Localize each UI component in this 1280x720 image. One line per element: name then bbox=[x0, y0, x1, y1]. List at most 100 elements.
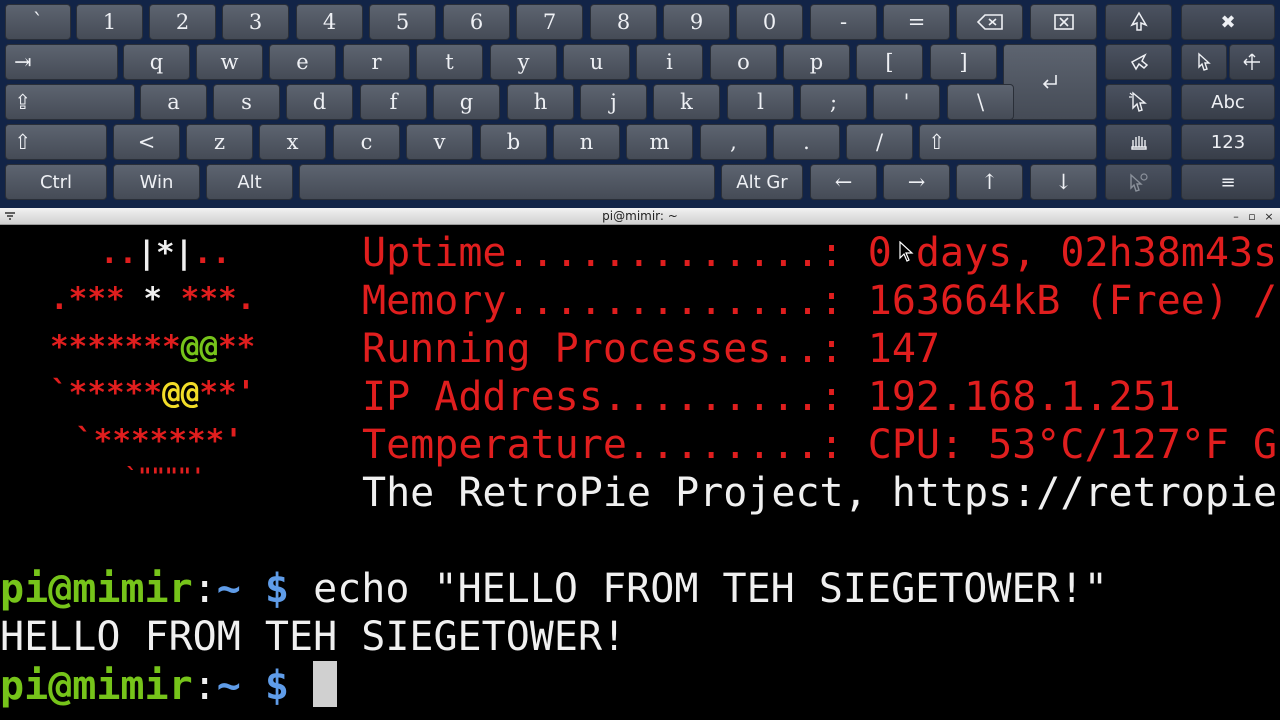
key-f[interactable]: f bbox=[360, 84, 427, 120]
key-j[interactable]: j bbox=[580, 84, 647, 120]
text-cursor bbox=[313, 661, 338, 707]
retropie-project-line: The RetroPie Project, https://retropie bbox=[362, 470, 1278, 516]
key-backslash[interactable]: \ bbox=[947, 84, 1014, 120]
key-numeric-layout[interactable]: 123 bbox=[1181, 124, 1275, 160]
key-v[interactable]: v bbox=[406, 124, 473, 160]
key-win[interactable]: Win bbox=[113, 164, 200, 200]
key-2[interactable]: 2 bbox=[149, 4, 216, 40]
pointer-left-icon bbox=[1130, 53, 1148, 71]
command-text: echo "HELLO FROM TEH SIEGETOWER!" bbox=[313, 566, 1108, 612]
key-period[interactable]: . bbox=[773, 124, 840, 160]
key-0[interactable]: 0 bbox=[736, 4, 803, 40]
key-bracket-right[interactable]: ] bbox=[930, 44, 997, 80]
key-6[interactable]: 6 bbox=[443, 4, 510, 40]
key-caps-lock[interactable]: ⇪ bbox=[5, 84, 135, 120]
key-tab[interactable]: ⇥ bbox=[5, 44, 118, 80]
ip-address-line: IP Address.........: 192.168.1.251 bbox=[362, 374, 1181, 420]
key-pointer-left[interactable] bbox=[1105, 44, 1172, 80]
key-backspace[interactable] bbox=[956, 4, 1023, 40]
key-shift-left[interactable]: ⇧ bbox=[5, 124, 107, 160]
uptime-line: Uptime.............: 0 days, 02h38m43s bbox=[362, 230, 1278, 276]
logo-line-5: `*******' bbox=[75, 423, 243, 459]
key-h[interactable]: h bbox=[507, 84, 574, 120]
pointer-click-icon bbox=[1128, 91, 1147, 112]
key-z[interactable]: z bbox=[186, 124, 253, 160]
close-button[interactable]: × bbox=[1262, 209, 1276, 223]
key-alt-gr[interactable]: Alt Gr bbox=[721, 164, 803, 200]
key-n[interactable]: n bbox=[553, 124, 620, 160]
terminal-titlebar: pi@mimir: ~ – ▫ × bbox=[0, 208, 1280, 225]
key-abc-layout[interactable]: Abc bbox=[1181, 84, 1275, 120]
key-click-select[interactable] bbox=[1105, 84, 1172, 120]
maximize-button[interactable]: ▫ bbox=[1245, 209, 1259, 223]
logo-line-2: .*** * ***. bbox=[50, 281, 256, 317]
key-e[interactable]: e bbox=[269, 44, 336, 80]
key-l[interactable]: l bbox=[727, 84, 794, 120]
key-equals[interactable]: = bbox=[883, 4, 950, 40]
key-a[interactable]: a bbox=[140, 84, 207, 120]
key-close-keyboard[interactable]: ✖ bbox=[1181, 4, 1275, 40]
key-c[interactable]: c bbox=[333, 124, 400, 160]
key-comma[interactable]: , bbox=[700, 124, 767, 160]
key-move-keyboard[interactable] bbox=[1105, 4, 1172, 40]
key-q[interactable]: q bbox=[123, 44, 190, 80]
key-alt[interactable]: Alt bbox=[206, 164, 293, 200]
key-slash[interactable]: / bbox=[846, 124, 913, 160]
key-y[interactable]: y bbox=[490, 44, 557, 80]
processes-line: Running Processes..: 147 bbox=[362, 326, 940, 372]
terminal-window[interactable]: ....|*|..|*|.. .*** * ***. *******@@** `… bbox=[0, 225, 1280, 720]
key-shift-right[interactable]: ⇧ bbox=[919, 124, 1097, 160]
key-9[interactable]: 9 bbox=[663, 4, 730, 40]
logo-line-3: *******@@** bbox=[50, 329, 256, 365]
key-bracket-left[interactable]: [ bbox=[856, 44, 923, 80]
key-menu[interactable]: ≡ bbox=[1181, 164, 1275, 200]
key-3[interactable]: 3 bbox=[222, 4, 289, 40]
key-drag[interactable] bbox=[1229, 44, 1275, 80]
key-i[interactable]: i bbox=[636, 44, 703, 80]
key-backtick[interactable]: ` bbox=[5, 4, 71, 40]
key-settings-pointer[interactable] bbox=[1105, 164, 1172, 200]
active-prompt[interactable]: pi@mimir:~ $ bbox=[0, 661, 338, 710]
key-w[interactable]: w bbox=[196, 44, 263, 80]
key-7[interactable]: 7 bbox=[516, 4, 583, 40]
key-o[interactable]: o bbox=[710, 44, 777, 80]
key-t[interactable]: t bbox=[416, 44, 483, 80]
key-delete[interactable] bbox=[1030, 4, 1097, 40]
key-x[interactable]: x bbox=[259, 124, 326, 160]
key-m[interactable]: m bbox=[626, 124, 693, 160]
key-g[interactable]: g bbox=[433, 84, 500, 120]
window-menu-icon[interactable] bbox=[4, 211, 16, 221]
key-enter[interactable] bbox=[1003, 44, 1097, 120]
key-ctrl[interactable]: Ctrl bbox=[5, 164, 107, 200]
mouse-pointer-icon bbox=[899, 241, 914, 262]
key-arrow-down[interactable]: ↓ bbox=[1030, 164, 1097, 200]
key-hover[interactable] bbox=[1105, 124, 1172, 160]
key-p[interactable]: p bbox=[783, 44, 850, 80]
key-minus[interactable]: - bbox=[810, 4, 877, 40]
memory-line: Memory.............: 163664kB (Free) / bbox=[362, 278, 1278, 324]
key-5[interactable]: 5 bbox=[369, 4, 436, 40]
key-less-than[interactable]: < bbox=[113, 124, 180, 160]
window-title: pi@mimir: ~ bbox=[602, 209, 678, 223]
key-arrow-left[interactable]: ← bbox=[810, 164, 877, 200]
key-d[interactable]: d bbox=[286, 84, 353, 120]
key-r[interactable]: r bbox=[343, 44, 410, 80]
key-u[interactable]: u bbox=[563, 44, 630, 80]
logo-line-1: ....|*|..|*|.. bbox=[100, 235, 231, 271]
key-b[interactable]: b bbox=[480, 124, 547, 160]
key-8[interactable]: 8 bbox=[590, 4, 657, 40]
key-s[interactable]: s bbox=[213, 84, 280, 120]
key-quote[interactable]: ' bbox=[873, 84, 940, 120]
key-4[interactable]: 4 bbox=[296, 4, 363, 40]
delete-icon bbox=[1053, 14, 1074, 30]
key-arrow-right[interactable]: → bbox=[883, 164, 950, 200]
pointer-up-icon bbox=[1129, 11, 1148, 31]
onscreen-keyboard: ` 1 2 3 4 5 6 7 8 9 0 - = ✖ ⇥ q w e r t … bbox=[0, 0, 1280, 208]
key-arrow-up[interactable]: ↑ bbox=[956, 164, 1023, 200]
key-1[interactable]: 1 bbox=[76, 4, 143, 40]
minimize-button[interactable]: – bbox=[1229, 209, 1243, 223]
key-pointer[interactable] bbox=[1181, 44, 1227, 80]
key-space[interactable] bbox=[299, 164, 715, 200]
key-k[interactable]: k bbox=[653, 84, 720, 120]
key-semicolon[interactable]: ; bbox=[800, 84, 867, 120]
